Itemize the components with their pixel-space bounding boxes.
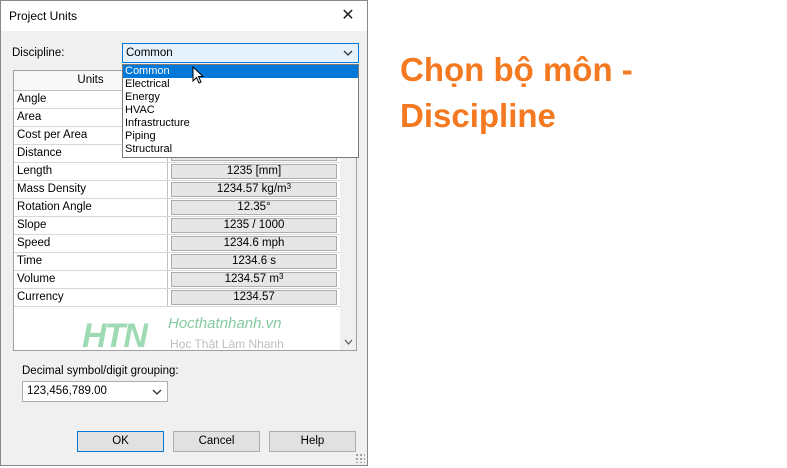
- unit-name: Speed: [14, 235, 168, 252]
- format-superscript: 3: [278, 272, 284, 281]
- discipline-option-hvac[interactable]: HVAC: [123, 104, 358, 117]
- unit-name: Currency: [14, 289, 168, 306]
- table-row: Mass Density 1234.57 kg/m3: [14, 181, 340, 199]
- discipline-option-electrical[interactable]: Electrical: [123, 78, 358, 91]
- digit-grouping-label: Decimal symbol/digit grouping:: [22, 365, 179, 377]
- discipline-label: Discipline:: [12, 47, 65, 59]
- format-value: 1235 [mm]: [226, 165, 282, 177]
- help-button[interactable]: Help: [269, 431, 356, 452]
- format-button[interactable]: 1234.57: [171, 290, 337, 305]
- format-value: 1234.57 m: [224, 273, 279, 285]
- format-superscript: 3: [286, 182, 292, 191]
- chevron-down-icon: [152, 389, 162, 395]
- table-row: Currency 1234.57: [14, 289, 340, 307]
- unit-name: Time: [14, 253, 168, 270]
- watermark-slogan: Học Thật Làm Nhanh: [170, 337, 284, 351]
- annotation-caption: Chọn bộ môn - Discipline: [400, 51, 633, 134]
- unit-name: Volume: [14, 271, 168, 288]
- resize-grip-icon[interactable]: [355, 453, 365, 463]
- unit-name: Mass Density: [14, 181, 168, 198]
- table-row: Speed 1234.6 mph: [14, 235, 340, 253]
- format-value: 1235 / 1000: [223, 219, 285, 231]
- ok-button[interactable]: OK: [77, 431, 164, 452]
- format-value: 12.35°: [237, 201, 271, 213]
- discipline-option-piping[interactable]: Piping: [123, 130, 358, 143]
- unit-name: Slope: [14, 217, 168, 234]
- chevron-down-icon: [343, 50, 353, 56]
- digit-grouping-value: 123,456,789.00: [27, 385, 107, 397]
- format-value: 1234.6 mph: [223, 237, 285, 249]
- table-row: Length 1235 [mm]: [14, 163, 340, 181]
- unit-name: Rotation Angle: [14, 199, 168, 216]
- dialog-title: Project Units: [9, 9, 78, 23]
- discipline-option-infrastructure[interactable]: Infrastructure: [123, 117, 358, 130]
- discipline-dropdown-list: Common Electrical Energy HVAC Infrastructure…: [122, 64, 359, 158]
- format-button[interactable]: 1234.6 s: [171, 254, 337, 269]
- watermark-site: Hocthatnhanh.vn: [168, 315, 282, 332]
- format-button[interactable]: 1234.6 mph: [171, 236, 337, 251]
- table-row: Slope 1235 / 1000: [14, 217, 340, 235]
- scroll-down-icon[interactable]: [344, 339, 353, 346]
- format-button[interactable]: 1234.57 kg/m3: [171, 182, 337, 197]
- cancel-button[interactable]: Cancel: [173, 431, 260, 452]
- table-row: Volume 1234.57 m3: [14, 271, 340, 289]
- format-button[interactable]: 1235 [mm]: [171, 164, 337, 179]
- close-icon[interactable]: ✕: [335, 4, 361, 28]
- discipline-select[interactable]: Common: [122, 43, 359, 63]
- digit-grouping-select[interactable]: 123,456,789.00: [22, 381, 168, 402]
- project-units-dialog: Project Units ✕ Discipline: Common Units…: [0, 0, 368, 466]
- mouse-cursor-icon: [192, 66, 205, 84]
- format-value: 1234.6 s: [231, 255, 277, 267]
- table-row: Rotation Angle 12.35°: [14, 199, 340, 217]
- format-button[interactable]: 12.35°: [171, 200, 337, 215]
- discipline-option-energy[interactable]: Energy: [123, 91, 358, 104]
- discipline-option-common[interactable]: Common: [123, 65, 358, 78]
- table-row: Time 1234.6 s: [14, 253, 340, 271]
- format-value: 1234.57: [233, 291, 275, 303]
- format-button[interactable]: 1235 / 1000: [171, 218, 337, 233]
- format-button[interactable]: 1234.57 m3: [171, 272, 337, 287]
- watermark-logo: HTN: [82, 317, 148, 355]
- format-value: 1234.57 kg/m: [216, 183, 287, 195]
- unit-name: Length: [14, 163, 168, 180]
- discipline-selected-value: Common: [126, 47, 173, 59]
- title-bar: Project Units ✕: [1, 1, 367, 31]
- discipline-option-structural[interactable]: Structural: [123, 143, 358, 156]
